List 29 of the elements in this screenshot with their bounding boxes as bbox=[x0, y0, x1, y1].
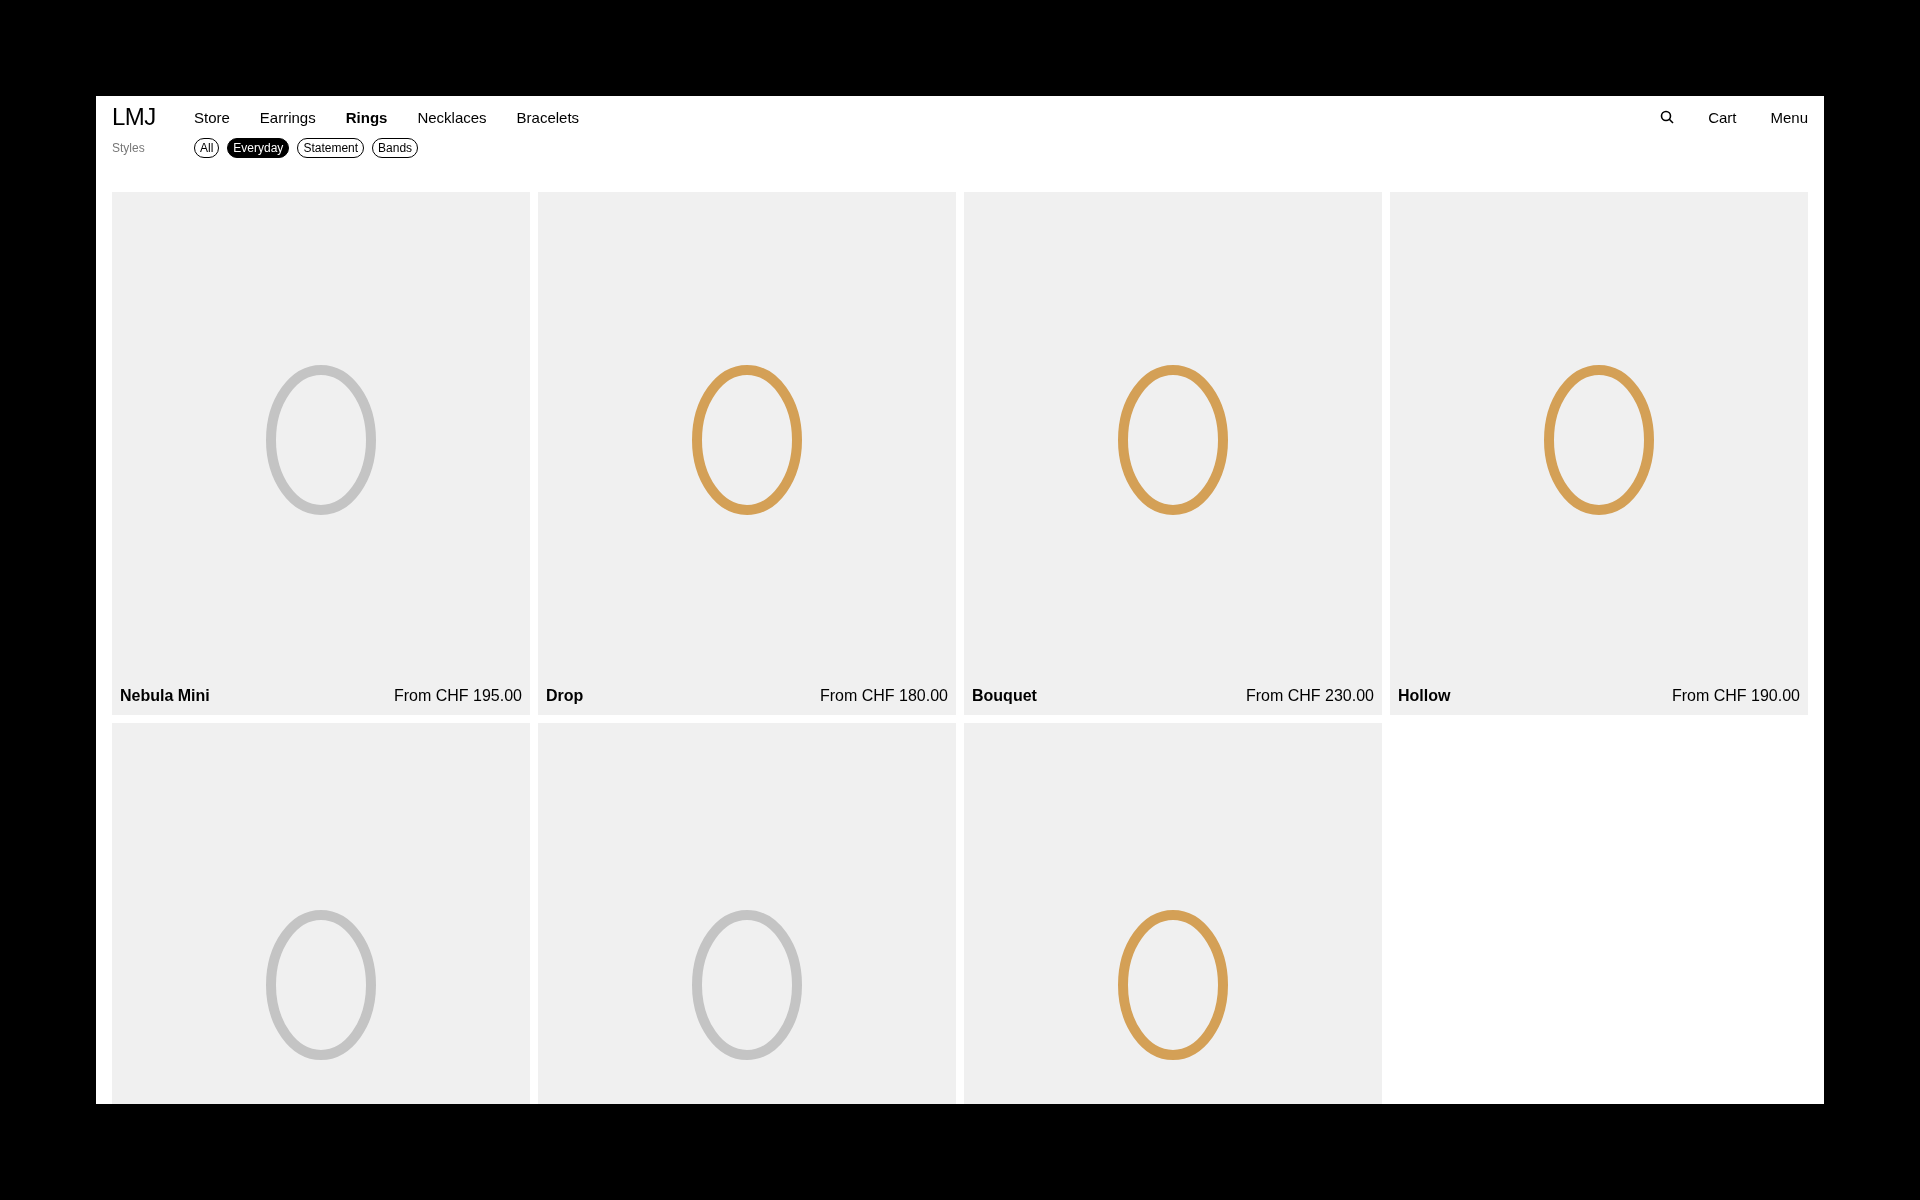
nav-link[interactable]: Rings bbox=[345, 108, 388, 126]
filter-chip[interactable]: Statement bbox=[297, 138, 365, 158]
product-card[interactable] bbox=[538, 723, 956, 1104]
nav-link[interactable]: Necklaces bbox=[417, 108, 487, 126]
product-name[interactable]: Bouquet bbox=[972, 687, 1037, 705]
nav-link[interactable]: Store bbox=[194, 108, 230, 126]
product-name[interactable]: Nebula Mini bbox=[120, 687, 210, 705]
product-price: From CHF 180.00 bbox=[819, 687, 948, 705]
header-link[interactable]: Menu bbox=[1770, 108, 1808, 126]
filter-chip[interactable]: Everyday bbox=[227, 138, 290, 158]
filter-chip[interactable]: All bbox=[194, 138, 220, 158]
search-icon[interactable] bbox=[1660, 110, 1675, 124]
product-card[interactable] bbox=[112, 723, 530, 1104]
product-name[interactable]: Drop bbox=[546, 687, 584, 705]
product-card[interactable]: Drop From CHF 180.00 bbox=[538, 192, 956, 715]
nav-link[interactable]: Bracelets bbox=[516, 108, 580, 126]
header-link[interactable]: Cart bbox=[1708, 108, 1737, 126]
logo[interactable]: LMJ bbox=[112, 103, 194, 131]
product-card[interactable] bbox=[964, 723, 1382, 1104]
product-price: From CHF 195.00 bbox=[393, 687, 522, 705]
filter-chip[interactable]: Bands bbox=[372, 138, 419, 158]
product-card[interactable]: Hollow From CHF 190.00 bbox=[1390, 192, 1808, 715]
product-card[interactable]: Bouquet From CHF 230.00 bbox=[964, 192, 1382, 715]
filter-label: Styles bbox=[112, 141, 146, 155]
nav-link[interactable]: Earrings bbox=[259, 108, 316, 126]
product-price: From CHF 190.00 bbox=[1671, 687, 1800, 705]
product-price: From CHF 230.00 bbox=[1245, 687, 1374, 705]
product-name[interactable]: Hollow bbox=[1398, 687, 1451, 705]
product-card[interactable]: Nebula Mini From CHF 195.00 bbox=[112, 192, 530, 715]
